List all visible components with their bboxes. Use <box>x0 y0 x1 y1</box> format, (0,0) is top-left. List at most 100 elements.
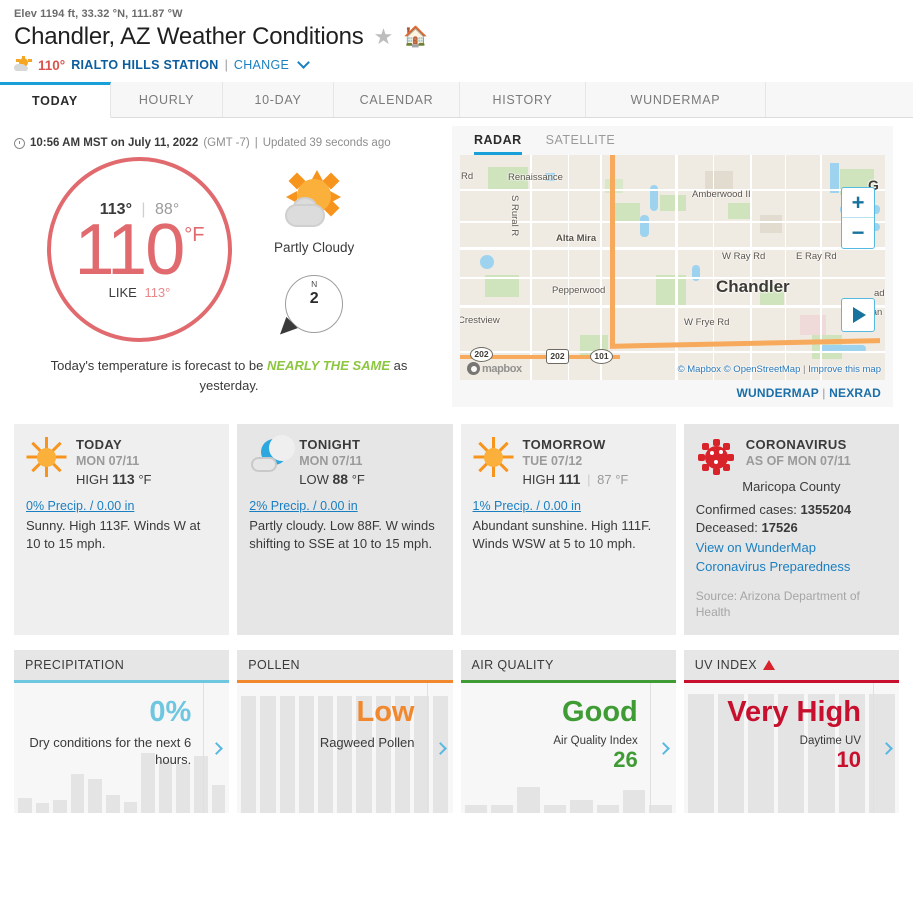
temp-label: HIGH <box>76 472 109 487</box>
page-title: Chandler, AZ Weather Conditions <box>14 23 364 50</box>
chevron-down-icon[interactable] <box>297 55 311 69</box>
footer-separator: | <box>822 386 826 400</box>
panel-value: Low <box>356 696 415 729</box>
card-date: TUE 07/12 <box>522 454 583 468</box>
map-label: Crestview <box>460 315 500 326</box>
card-header: TOMORROW TUE 07/12 HIGH 111 | 87 °F <box>473 437 664 487</box>
map-label: Alta Mira <box>556 233 597 244</box>
temp-unit: °F <box>351 472 365 487</box>
map-label: ad <box>874 288 885 299</box>
panel-air-quality[interactable]: AIR QUALITY Good Air Quality Index 26 <box>460 650 676 814</box>
card-meta: TODAY MON 07/11 HIGH 113 °F <box>76 437 151 487</box>
warning-triangle-icon <box>763 660 775 671</box>
observation-time: 10:56 AM MST on July 11, 2022 <box>30 137 199 149</box>
condition-column: Partly Cloudy N 2 <box>274 157 354 341</box>
covid-confirmed-row: Confirmed cases: 1355204 <box>696 502 887 517</box>
panel-title: UV INDEX <box>694 658 757 673</box>
map-attribution: © Mapbox © OpenStreetMap | Improve this … <box>678 364 881 375</box>
panel-next-button[interactable] <box>649 683 676 814</box>
card-title: CORONAVIRUS <box>745 437 847 452</box>
updated-ago: Updated 39 seconds ago <box>262 137 391 149</box>
observation-column: 10:56 AM MST on July 11, 2022 (GMT -7) |… <box>14 126 444 407</box>
moon-cloud-icon <box>249 435 296 477</box>
improve-map-link[interactable]: Improve this map <box>808 364 881 375</box>
forecast-card-tonight: TONIGHT MON 07/11 LOW 88 °F 2% Precip. /… <box>237 424 453 636</box>
title-row: Chandler, AZ Weather Conditions ★ 🏠 <box>14 23 899 51</box>
current-temperature-dial: 113° | 88° 110 °F LIKE 113° <box>47 157 232 342</box>
card-description: Sunny. High 113F. Winds W at 10 to 15 mp… <box>26 518 201 552</box>
star-icon[interactable]: ★ <box>374 26 394 48</box>
precip-link[interactable]: 2% Precip. / 0.00 in <box>249 499 440 513</box>
zoom-in-button[interactable]: + <box>842 188 874 218</box>
temp-value: 113 <box>112 471 135 487</box>
panel-next-button[interactable] <box>203 683 229 814</box>
sun-cloud-icon <box>14 56 32 73</box>
feels-like-row: LIKE 113° <box>109 285 171 300</box>
coronavirus-card: CORONAVIRUS AS OF MON 07/11 Maricopa Cou… <box>683 424 899 636</box>
panel-header: AIR QUALITY <box>460 650 676 681</box>
home-icon[interactable]: 🏠 <box>403 27 428 47</box>
view-on-wundermap-link[interactable]: View on WunderMap <box>696 539 887 558</box>
panel-header: POLLEN <box>237 650 453 681</box>
coronavirus-preparedness-link[interactable]: Coronavirus Preparedness <box>696 558 887 577</box>
card-title: TOMORROW <box>522 437 606 452</box>
attribution-text: © Mapbox © OpenStreetMap <box>677 364 801 375</box>
tab-radar[interactable]: RADAR <box>474 133 522 155</box>
change-station-link[interactable]: CHANGE <box>234 58 289 72</box>
temp-value: 111 <box>558 471 581 487</box>
map-column: RADAR SATELLITE Renaissance Rd Amberwood… <box>452 126 893 407</box>
temp-unit: °F <box>615 472 629 487</box>
temp-value: 88 <box>332 471 349 487</box>
trend-note-emphasis: NEARLY THE SAME <box>267 358 391 373</box>
chevron-right-icon <box>880 741 893 755</box>
panel-next-button[interactable] <box>426 683 453 814</box>
panel-uv-index[interactable]: UV INDEX Very High Daytime UV 10 <box>683 650 899 814</box>
tab-10-day[interactable]: 10-DAY <box>223 82 334 117</box>
card-date: AS OF MON 07/11 <box>745 454 851 468</box>
confirmed-value: 1355204 <box>800 502 852 517</box>
panel-pollen[interactable]: POLLEN Low Ragweed Pollen <box>237 650 453 814</box>
map-canvas[interactable]: Renaissance Rd Amberwood II G S Rural R … <box>460 155 885 380</box>
station-row: 110° RIALTO HILLS STATION | CHANGE <box>14 55 899 73</box>
tab-wundermap[interactable]: WUNDERMAP <box>586 82 766 117</box>
map-label: Renaissance <box>508 172 563 183</box>
tab-hourly[interactable]: HOURLY <box>111 82 223 117</box>
clock-icon <box>14 137 25 149</box>
card-meta: CORONAVIRUS AS OF MON 07/11 <box>746 437 851 468</box>
panel-header: PRECIPITATION <box>14 650 230 681</box>
temp-secondary: 87 <box>597 472 612 487</box>
map-label: W Ray Rd <box>722 251 766 262</box>
forecast-cards-row: TODAY MON 07/11 HIGH 113 °F 0% Precip. /… <box>14 424 899 636</box>
mapbox-wordmark: mapbox <box>482 362 522 375</box>
map-zoom-controls: + − <box>841 187 875 249</box>
tab-history[interactable]: HISTORY <box>460 82 586 117</box>
zoom-out-button[interactable]: − <box>842 218 874 248</box>
panel-small-label: Daytime UV <box>799 734 861 747</box>
radar-play-button[interactable] <box>841 298 875 332</box>
main-nav-tabs: TODAY HOURLY 10-DAY CALENDAR HISTORY WUN… <box>0 82 913 118</box>
tab-calendar[interactable]: CALENDAR <box>334 82 460 117</box>
precip-link[interactable]: 0% Precip. / 0.00 in <box>26 499 217 513</box>
panel-next-button[interactable] <box>873 683 899 814</box>
panel-value: Good <box>562 696 638 729</box>
card-title: TODAY <box>76 437 123 452</box>
tab-satellite[interactable]: SATELLITE <box>546 133 616 155</box>
forecast-card-today: TODAY MON 07/11 HIGH 113 °F 0% Precip. /… <box>14 424 230 636</box>
card-header: TONIGHT MON 07/11 LOW 88 °F <box>249 435 440 487</box>
panel-precipitation[interactable]: PRECIPITATION 0% Dry conditions for the … <box>14 650 230 814</box>
confirmed-label: Confirmed cases: <box>695 502 797 517</box>
panel-small-label: Air Quality Index <box>553 734 638 747</box>
panel-body: Good Air Quality Index 26 <box>460 683 676 814</box>
card-description: Partly cloudy. Low 88F. W winds shifting… <box>249 518 435 552</box>
precip-link[interactable]: 1% Precip. / 0.00 in <box>473 499 664 513</box>
temp-unit: °F <box>138 472 152 487</box>
wundermap-link[interactable]: WUNDERMAP <box>736 386 818 400</box>
card-header: TODAY MON 07/11 HIGH 113 °F <box>26 437 217 487</box>
panel-value: 0% <box>149 696 192 729</box>
station-name[interactable]: RIALTO HILLS STATION <box>71 58 218 72</box>
tab-today[interactable]: TODAY <box>0 82 111 118</box>
chevron-right-icon <box>656 741 670 755</box>
page-header: Elev 1194 ft, 33.32 °N, 111.87 °W Chandl… <box>0 0 913 73</box>
map-label: Amberwood II <box>692 189 751 200</box>
nexrad-link[interactable]: NEXRAD <box>829 386 881 400</box>
